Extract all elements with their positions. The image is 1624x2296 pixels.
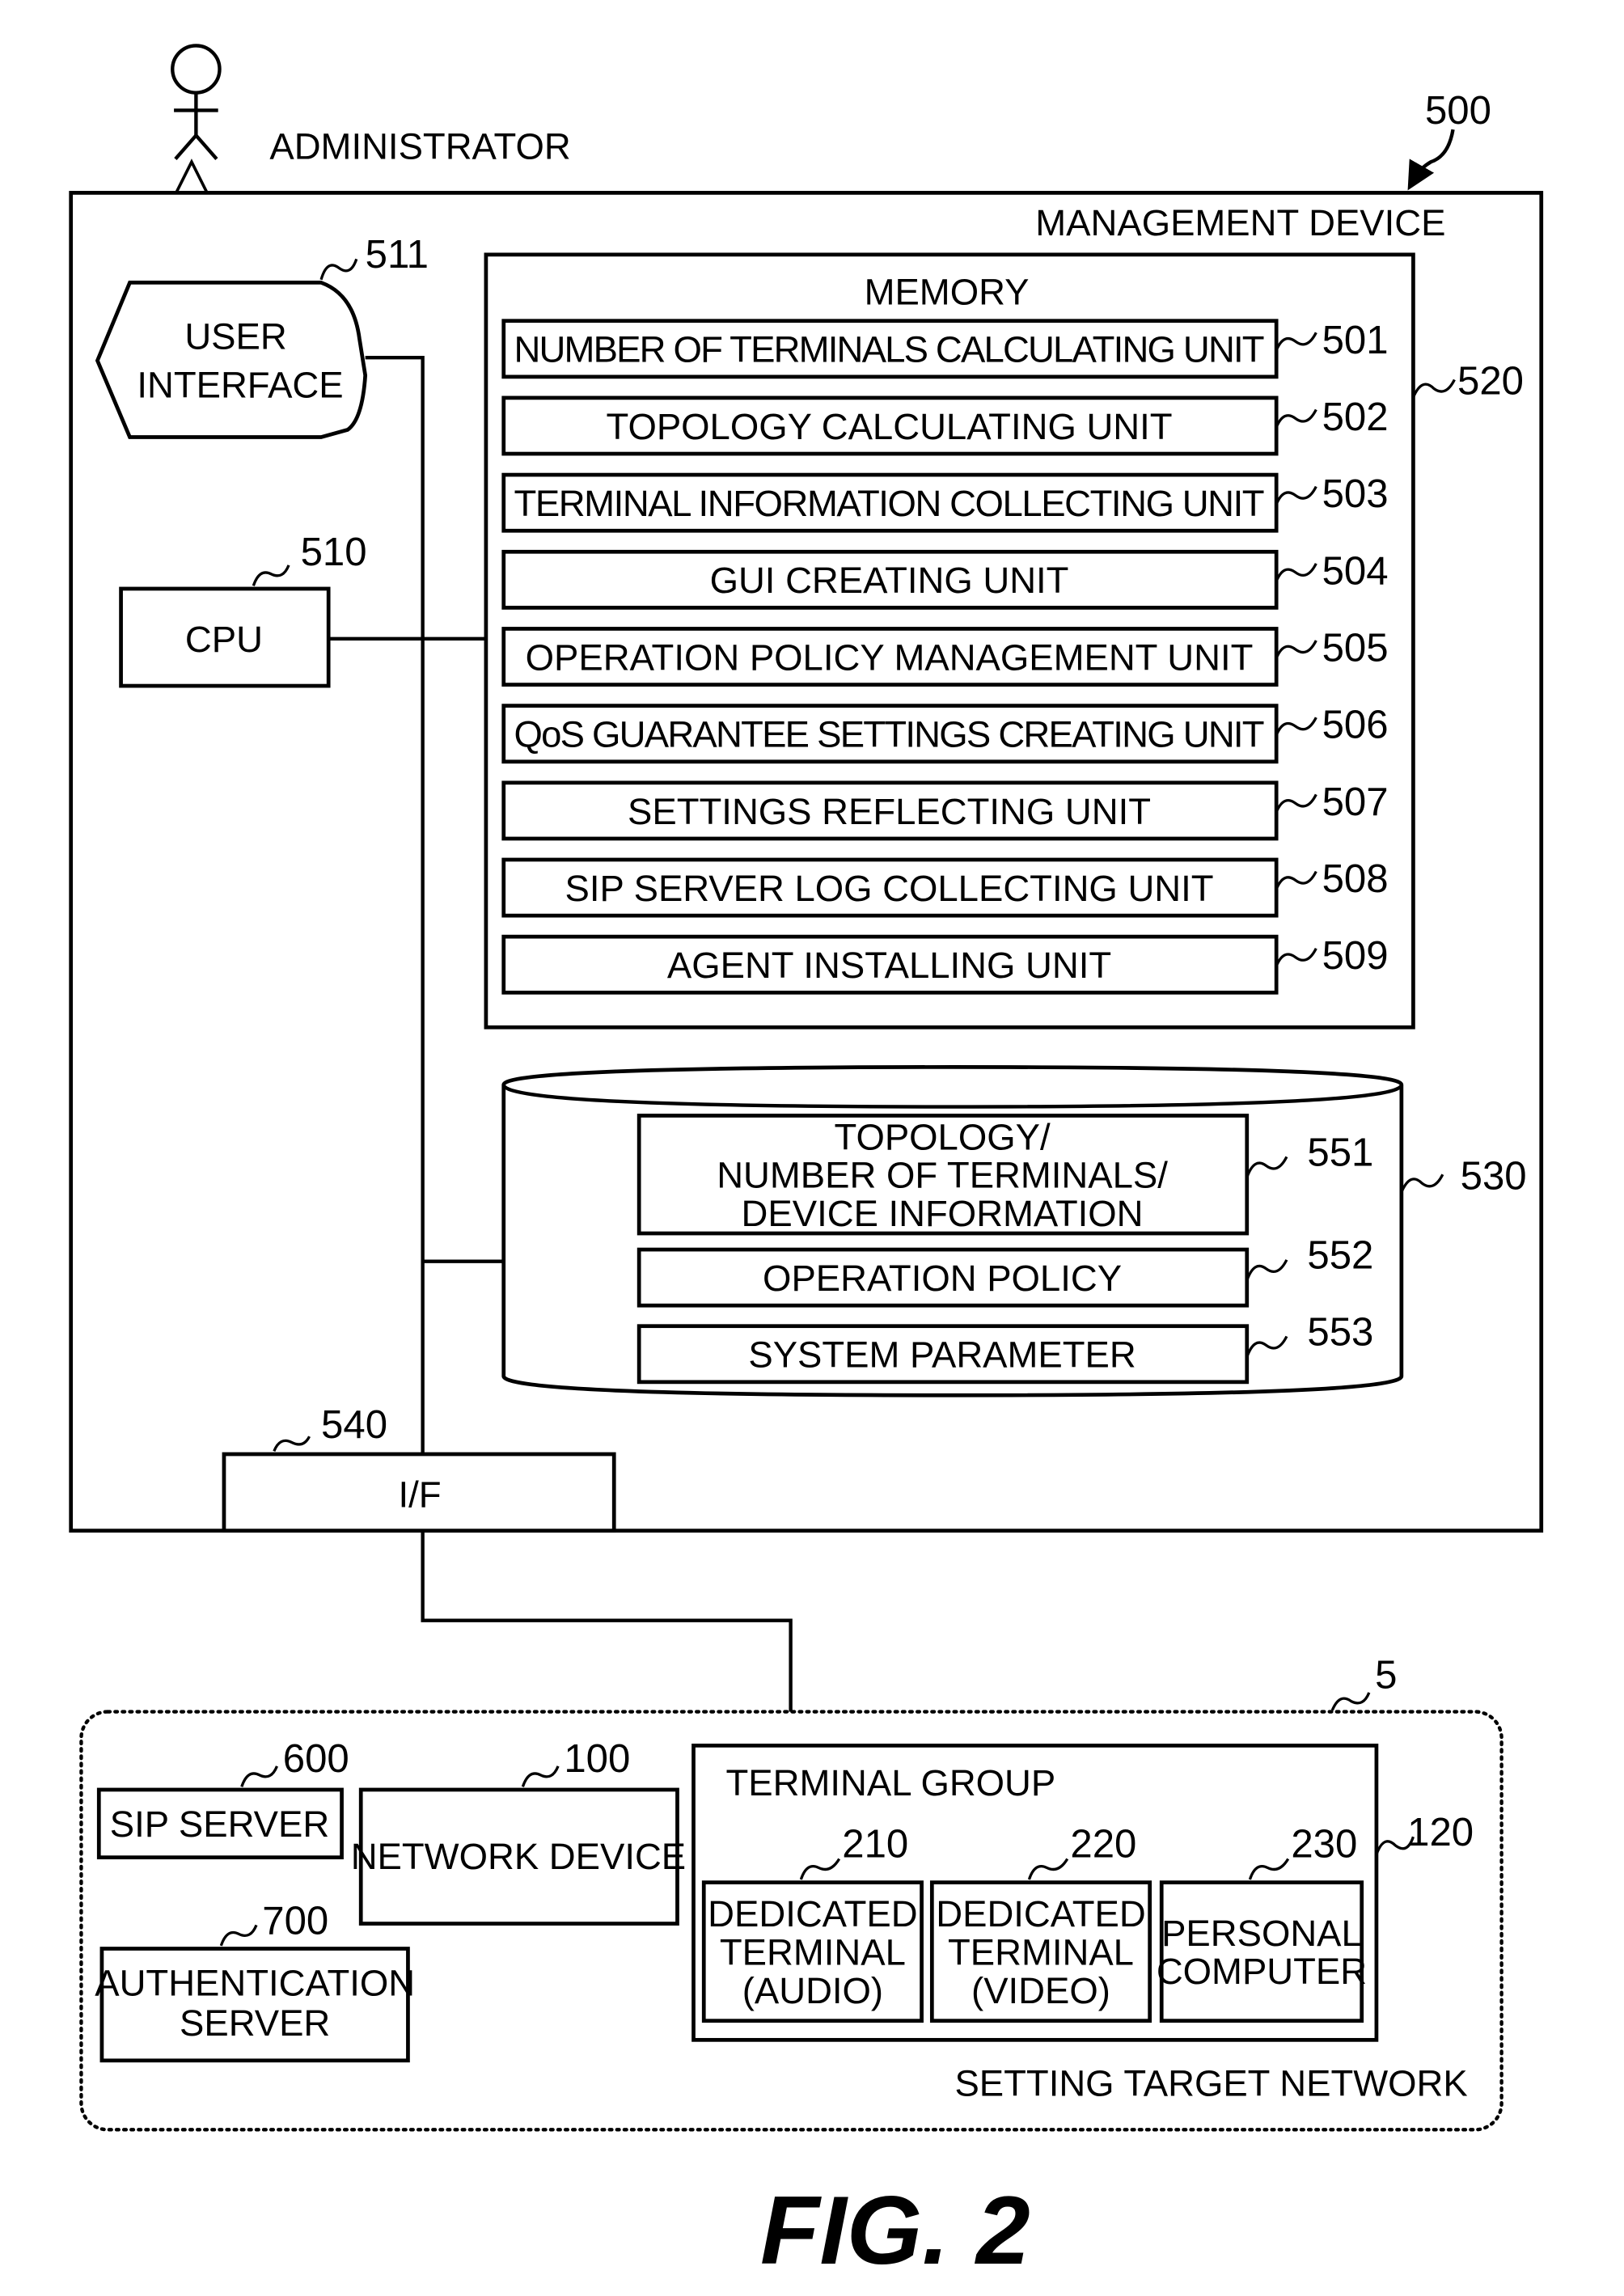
memory-unit-list: NUMBER OF TERMINALS CALCULATING UNIT 501 T… [501, 319, 1389, 995]
memory-unit-label: TERMINAL INFORMATION COLLECTING UNIT [514, 483, 1264, 524]
terminal-label: DEDICATED [936, 1893, 1145, 1934]
memory-unit-label: OPERATION POLICY MANAGEMENT UNIT [526, 636, 1254, 678]
ref-100-squiggle-icon [521, 1765, 560, 1787]
memory-unit-ref: 503 [1322, 472, 1389, 516]
memory-unit-ref: 508 [1322, 857, 1389, 901]
block-diagram: ADMINISTRATOR 500 MANAGEMENT DEVICE USER… [69, 44, 1544, 2285]
storage-item-label: OPERATION POLICY [763, 1258, 1122, 1299]
storage-ref: 530 [1461, 1154, 1527, 1198]
ref-500-arrow-icon [1407, 129, 1455, 191]
storage-item-label: NUMBER OF TERMINALS/ [717, 1155, 1168, 1196]
user-interface-shape[interactable] [95, 281, 368, 439]
memory-unit-ref: 502 [1322, 395, 1389, 439]
terminal-label: TERMINAL [948, 1932, 1134, 1973]
ref-5-squiggle-icon [1330, 1692, 1371, 1711]
terminal-label: TERMINAL [720, 1932, 906, 1973]
administrator-actor-icon [171, 44, 222, 160]
memory-unit-label: SETTINGS REFLECTING UNIT [628, 791, 1151, 832]
terminal-label: PERSONAL [1161, 1913, 1362, 1954]
ref-700-squiggle-icon [219, 1924, 258, 1947]
memory-unit-label: QoS GUARANTEE SETTINGS CREATING UNIT [514, 714, 1264, 755]
sip-server-ref: 600 [283, 1737, 349, 1781]
memory-unit-label: TOPOLOGY CALCULATING UNIT [606, 406, 1172, 447]
network-link-line [421, 1530, 793, 1712]
terminal-ref: 210 [842, 1823, 908, 1867]
authentication-server-ref: 700 [262, 1899, 328, 1943]
terminal-ref: 230 [1291, 1823, 1357, 1867]
storage-item-label: DEVICE INFORMATION [742, 1193, 1144, 1234]
memory-unit-ref: 506 [1322, 704, 1389, 747]
authentication-server-label-line2: SERVER [180, 2002, 330, 2044]
interface-label: I/F [398, 1474, 441, 1516]
figure-caption: FIG. 2 [760, 2176, 1030, 2285]
terminal-group-ref: 120 [1407, 1811, 1474, 1854]
terminal-label: DEDICATED [708, 1893, 917, 1934]
memory-unit-ref: 501 [1322, 319, 1389, 362]
memory-label: MEMORY [865, 272, 1030, 313]
memory-unit-label: GUI CREATING UNIT [710, 560, 1069, 601]
administrator-label: ADMINISTRATOR [269, 126, 570, 167]
user-interface-label-line1: USER [184, 315, 286, 357]
storage-item-ref: 551 [1307, 1131, 1373, 1174]
memory-unit-ref: 504 [1322, 549, 1389, 593]
memory-unit-label: AGENT INSTALLING UNIT [667, 945, 1111, 986]
storage-item-label: SYSTEM PARAMETER [748, 1334, 1136, 1376]
network-label: SETTING TARGET NETWORK [954, 2062, 1467, 2104]
interface-ref: 540 [321, 1403, 387, 1447]
memory-unit-label: NUMBER OF TERMINALS CALCULATING UNIT [514, 329, 1264, 370]
memory-unit-label: SIP SERVER LOG COLLECTING UNIT [565, 868, 1213, 909]
network-device-label: NETWORK DEVICE [351, 1836, 686, 1877]
memory-unit-ref: 509 [1322, 934, 1389, 978]
storage-item-ref: 552 [1307, 1234, 1373, 1278]
ref-600-squiggle-icon [240, 1765, 278, 1787]
terminal-label: COMPUTER [1157, 1951, 1367, 1992]
network-ref: 5 [1375, 1653, 1397, 1697]
terminal-label: (AUDIO) [742, 1970, 883, 2011]
memory-ref: 520 [1457, 360, 1524, 404]
network-device-ref: 100 [564, 1737, 630, 1781]
memory-unit-ref: 505 [1322, 626, 1389, 670]
management-device-label: MANAGEMENT DEVICE [1035, 202, 1445, 243]
memory-unit-ref: 507 [1322, 780, 1389, 824]
authentication-server-label-line1: AUTHENTICATION [95, 1963, 415, 2004]
storage-item-label: TOPOLOGY/ [835, 1116, 1051, 1157]
terminal-label: (VIDEO) [971, 1970, 1110, 2011]
user-interface-label-line2: INTERFACE [137, 364, 343, 405]
cpu-label: CPU [185, 619, 263, 660]
cpu-ref: 510 [301, 531, 367, 574]
management-device-ref: 500 [1425, 89, 1491, 133]
storage-item-ref: 553 [1307, 1310, 1373, 1354]
user-interface-ref: 511 [366, 233, 429, 277]
terminal-ref: 220 [1070, 1823, 1136, 1867]
sip-server-label: SIP SERVER [110, 1803, 329, 1845]
terminal-group-label: TERMINAL GROUP [726, 1762, 1056, 1803]
